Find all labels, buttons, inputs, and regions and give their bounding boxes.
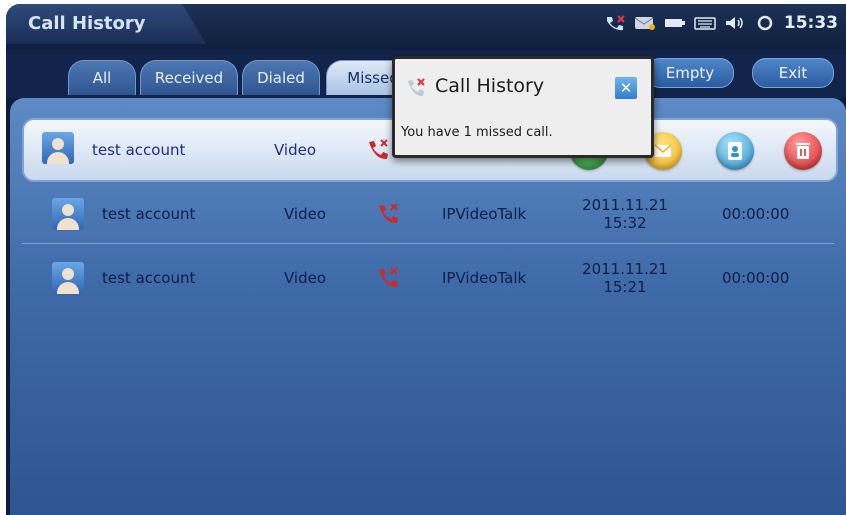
tab-received[interactable]: Received xyxy=(140,60,238,95)
contact-name: test account xyxy=(102,205,196,223)
contact-avatar xyxy=(52,262,84,294)
missed-call-icon xyxy=(366,120,390,180)
sync-status-icon xyxy=(754,15,776,31)
battery-status-icon xyxy=(664,15,686,31)
contact-avatar xyxy=(42,132,74,164)
close-icon[interactable]: ✕ xyxy=(615,77,637,99)
call-time: 15:32 xyxy=(603,214,647,232)
page-title: Call History xyxy=(28,13,146,34)
notification-title: Call History xyxy=(435,75,545,97)
exit-button[interactable]: Exit xyxy=(752,58,834,88)
call-type: Video xyxy=(274,141,317,159)
call-list: test account Video IPVideoTalk test acco… xyxy=(10,98,846,515)
messages-status-icon xyxy=(634,15,656,31)
missed-call-icon xyxy=(376,248,400,308)
device-screen: Call History 15:33 All Received Dialed M… xyxy=(6,4,846,515)
contact-avatar xyxy=(52,198,84,230)
missed-call-notification-icon xyxy=(405,77,427,99)
contact-name: test account xyxy=(102,269,196,287)
empty-button[interactable]: Empty xyxy=(646,58,734,88)
call-date: 2011.11.21 xyxy=(582,260,668,278)
table-row[interactable]: test account Video IPVideoTalk 2011.11.2… xyxy=(22,184,834,244)
contact-icon[interactable] xyxy=(716,132,754,170)
title-bar: Call History 15:33 xyxy=(6,4,846,50)
tab-all[interactable]: All xyxy=(68,60,136,95)
status-bar: 15:33 xyxy=(604,13,838,33)
call-date: 2011.11.21 xyxy=(582,196,668,214)
volume-status-icon xyxy=(724,15,746,31)
tab-dialed[interactable]: Dialed xyxy=(242,60,320,95)
row-divider xyxy=(22,243,834,244)
contact-name: test account xyxy=(92,141,186,159)
call-type: Video xyxy=(284,269,327,287)
missed-call-status-icon xyxy=(604,15,626,31)
device-name: IPVideoTalk xyxy=(442,205,527,223)
clock: 15:33 xyxy=(783,13,838,33)
call-datetime: 2011.11.21 15:32 xyxy=(570,184,680,244)
call-datetime: 2011.11.21 15:21 xyxy=(570,248,680,308)
call-duration: 00:00:00 xyxy=(722,205,790,223)
missed-call-notification[interactable]: Call History ✕ You have 1 missed call. xyxy=(392,56,654,158)
missed-call-icon xyxy=(376,184,400,244)
device-name: IPVideoTalk xyxy=(442,269,527,287)
delete-icon[interactable] xyxy=(784,132,822,170)
call-type: Video xyxy=(284,205,327,223)
table-row[interactable]: test account Video IPVideoTalk 2011.11.2… xyxy=(22,248,834,308)
keyboard-status-icon xyxy=(694,15,716,31)
call-duration: 00:00:00 xyxy=(722,269,790,287)
notification-message: You have 1 missed call. xyxy=(401,125,553,140)
call-time: 15:21 xyxy=(603,278,647,296)
